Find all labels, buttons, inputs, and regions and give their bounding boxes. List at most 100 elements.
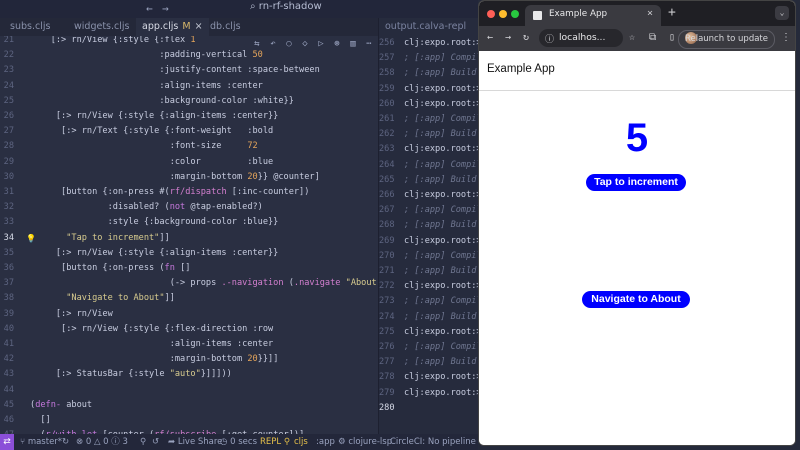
code-text: (-> props .-navigation (.navigate "About… xyxy=(30,278,378,289)
new-tab-button[interactable]: + xyxy=(668,5,676,20)
repl-line-text: ; [:app] Compili xyxy=(404,53,487,64)
code-line[interactable]: 26 [:> rn/View {:style {:align-items :ce… xyxy=(0,109,378,124)
repl-line: 272 clj꞉expo.root꞉> xyxy=(379,279,482,294)
code-line[interactable]: 38 "Navigate to About"]] xyxy=(0,291,378,306)
remote-icon[interactable]: ⇄ xyxy=(0,434,14,450)
code-line[interactable]: 23 :justify-content :space-between xyxy=(0,63,378,78)
repl-line-text: clj꞉expo.root꞉> xyxy=(404,326,482,337)
back-arrow-icon[interactable]: ← xyxy=(146,2,153,15)
relaunch-button[interactable]: Relaunch to update xyxy=(677,30,775,49)
maximize-window-button[interactable] xyxy=(511,10,519,18)
code-line[interactable]: 32 :disabled? (not @tap-enabled?) xyxy=(0,200,378,215)
code-line[interactable]: 34 💡 "Tap to increment"]] xyxy=(0,231,378,246)
namespace-indicator[interactable]: :app xyxy=(316,434,335,450)
side-panel-icon[interactable]: ▯ xyxy=(669,32,675,43)
repl-line-text: ; [:app] Build c xyxy=(404,311,487,322)
repl-line-number: 278 xyxy=(379,372,395,383)
code-line[interactable]: 22 :padding-vertical 50 xyxy=(0,48,378,63)
close-tab-icon[interactable]: × xyxy=(647,8,653,19)
repl-indicator[interactable]: REPL ⚲ xyxy=(260,434,290,450)
code-line[interactable]: 36 [button {:on-press (fn [] xyxy=(0,261,378,276)
repl-line-number: 261 xyxy=(379,114,395,124)
repl-line-number: 273 xyxy=(379,296,395,307)
close-icon[interactable]: × xyxy=(195,21,203,32)
line-number: 35 xyxy=(3,247,14,258)
ports-icon[interactable]: ⚲ xyxy=(140,434,146,450)
tab-db[interactable]: db.cljs xyxy=(210,18,241,36)
counter-value: 5 xyxy=(625,116,649,160)
tab-app[interactable]: app.cljs M × xyxy=(136,18,209,36)
code-line[interactable]: 25 :background-color :white}} xyxy=(0,94,378,109)
live-share-label: Live Share xyxy=(177,437,223,447)
more-menu-icon[interactable]: ⋮ xyxy=(781,32,791,43)
code-line[interactable]: 24 :align-items :center xyxy=(0,79,378,94)
code-line[interactable]: 27 [:> rn/Text {:style {:font-weight :bo… xyxy=(0,124,378,139)
code-line[interactable]: 33 :style {:background-color :blue}} xyxy=(0,215,378,230)
refresh-icon[interactable]: ↺ xyxy=(152,434,159,450)
back-arrow-icon[interactable]: ← xyxy=(487,32,493,43)
tab-repl-output[interactable]: output.calva-repl xyxy=(385,18,466,36)
tab-label: subs.cljs xyxy=(10,21,51,32)
repl-line-text: ; [:app] Compili xyxy=(404,159,487,170)
code-line[interactable]: 31 [button {:on-press #(rf/dispatch [:in… xyxy=(0,185,378,200)
code-line[interactable]: 41 :align-items :center xyxy=(0,337,378,352)
tap-to-increment-button[interactable]: Tap to increment xyxy=(586,174,686,191)
repl-line: 275 clj꞉expo.root꞉> xyxy=(379,325,482,340)
browser-window: Example App × + ⌄ ← → ↻ ⓘ localhos... ☆ … xyxy=(478,0,796,446)
code-line[interactable]: 35 [:> rn/View {:style {:align-items :ce… xyxy=(0,246,378,261)
code-line[interactable]: 40 [:> rn/View {:style {:flex-direction … xyxy=(0,322,378,337)
lsp-indicator[interactable]: ⚙ clojure-lsp xyxy=(338,434,392,450)
problems-indicator[interactable]: ⊗ 0 △ 0 ⓘ 3 xyxy=(76,434,128,450)
live-share-button[interactable]: ➦ Live Share xyxy=(168,434,222,450)
code-area[interactable]: 21 [:> rn/View {:style {:flex 1 22 :paddi… xyxy=(0,36,378,434)
timer-indicator[interactable]: ◷ 0 secs xyxy=(220,434,257,450)
problems-count: 0 △ 0 ⓘ 3 xyxy=(85,437,128,447)
forward-arrow-icon[interactable]: → xyxy=(162,2,169,15)
forward-arrow-icon[interactable]: → xyxy=(505,32,511,43)
code-line[interactable]: 21 [:> rn/View {:style {:flex 1 xyxy=(0,36,378,48)
code-line[interactable]: 30 :margin-bottom 20}} @counter] xyxy=(0,170,378,185)
git-branch[interactable]: ⑂ master* xyxy=(20,434,62,450)
code-line[interactable]: 37 (-> props .-navigation (.navigate "Ab… xyxy=(0,276,378,291)
code-line[interactable]: 28 :font-size 72 xyxy=(0,139,378,154)
code-line[interactable]: 43 [:> StatusBar {:style "auto"}]]])) xyxy=(0,367,378,382)
navigate-to-about-button[interactable]: Navigate to About xyxy=(582,291,690,308)
close-window-button[interactable] xyxy=(487,10,495,18)
line-number: 40 xyxy=(3,323,14,334)
code-line[interactable]: 46 [] xyxy=(0,413,378,428)
repl-line-text: ; [:app] Build c xyxy=(404,220,487,231)
repl-output-panel[interactable]: output.calva-repl 256 clj꞉expo.root꞉> 257;… xyxy=(378,18,487,434)
ci-indicator[interactable]: CircleCI: No pipeline xyxy=(390,434,476,450)
workspace-search[interactable]: ⌕ rn-rf-shadow xyxy=(250,1,322,15)
code-line[interactable]: 39 [:> rn/View xyxy=(0,307,378,322)
repl-line-text: clj꞉expo.root꞉> xyxy=(404,372,482,383)
address-bar[interactable]: ⓘ localhos... xyxy=(539,29,623,47)
code-line[interactable]: 44 xyxy=(0,383,378,398)
code-editor-window: ← → ⌕ rn-rf-shadow subs.cljs widgets.clj… xyxy=(0,0,487,450)
code-text: :margin-bottom 20}}]] xyxy=(30,354,279,365)
line-number: 21 xyxy=(3,36,14,45)
repl-line-text: clj꞉expo.root꞉> xyxy=(404,38,482,48)
repl-line-number: 256 xyxy=(379,38,395,48)
language-cljs[interactable]: cljs xyxy=(294,434,308,450)
code-text: :align-items :center xyxy=(30,80,263,91)
code-line[interactable]: 29 :color :blue xyxy=(0,155,378,170)
code-line[interactable]: 45 (defn- about xyxy=(0,398,378,413)
tab-widgets[interactable]: widgets.cljs xyxy=(74,18,129,36)
extensions-icon[interactable]: ⧉ xyxy=(649,32,656,43)
reload-icon[interactable]: ↻ xyxy=(523,32,529,43)
sync-icon[interactable]: ↻ xyxy=(62,434,69,450)
browser-tab-example-app[interactable]: Example App × xyxy=(525,5,661,26)
repl-line-number: 264 xyxy=(379,159,395,170)
bookmark-star-icon[interactable]: ☆ xyxy=(629,32,635,43)
site-info-icon[interactable]: ⓘ xyxy=(545,32,554,45)
line-number: 29 xyxy=(3,156,14,167)
repl-line: 278 clj꞉expo.root꞉> xyxy=(379,370,482,385)
repl-line: 261 ; [:app] Compili xyxy=(379,112,487,127)
repl-line-text: ; [:app] Compili xyxy=(404,114,487,124)
tab-subs[interactable]: subs.cljs xyxy=(10,18,50,36)
repl-line-text: clj꞉expo.root꞉> xyxy=(404,83,482,94)
code-line[interactable]: 42 :margin-bottom 20}}]] xyxy=(0,352,378,367)
tab-search-icon[interactable]: ⌄ xyxy=(775,6,789,20)
minimize-window-button[interactable] xyxy=(499,10,507,18)
